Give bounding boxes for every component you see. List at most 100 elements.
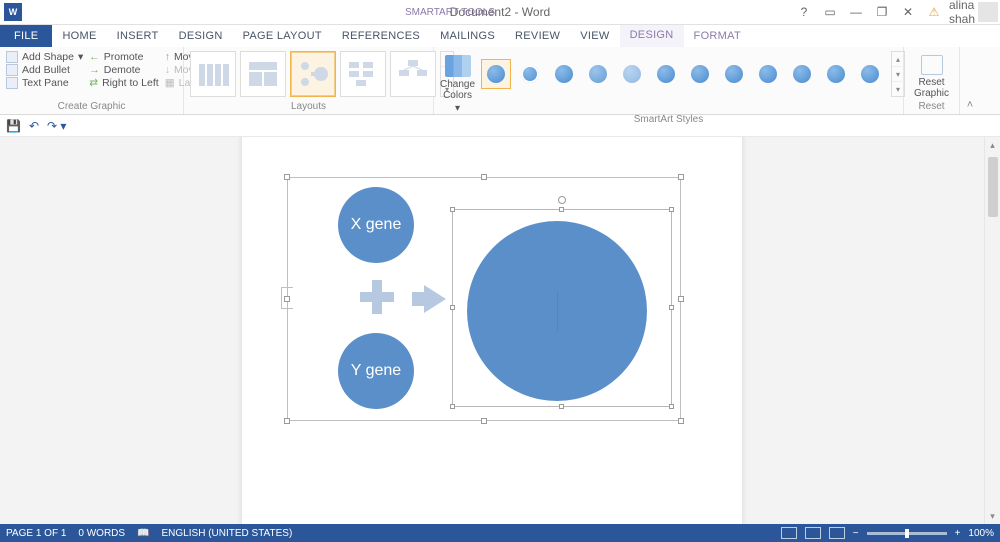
scroll-thumb[interactable] <box>988 157 998 217</box>
add-bullet-icon <box>6 64 18 76</box>
tab-file[interactable]: FILE <box>0 25 52 47</box>
style-item[interactable] <box>753 59 783 89</box>
zoom-level[interactable]: 100% <box>968 528 994 539</box>
status-language[interactable]: ENGLISH (UNITED STATES) <box>162 528 293 539</box>
style-item[interactable] <box>685 59 715 89</box>
change-colors-icon <box>445 55 471 77</box>
tab-insert[interactable]: INSERT <box>107 25 169 47</box>
resize-handle[interactable] <box>450 207 455 212</box>
add-shape-button[interactable]: Add Shape ▾ <box>6 51 83 63</box>
resize-handle[interactable] <box>678 174 684 180</box>
tab-home[interactable]: HOME <box>52 25 106 47</box>
reset-icon <box>921 55 943 75</box>
styles-scroll[interactable]: ▴▾▾ <box>891 51 905 97</box>
layouts-group-label: Layouts <box>190 101 427 114</box>
minimize-icon[interactable]: ― <box>844 1 868 23</box>
layouts-gallery[interactable]: ▴▾▾ <box>190 51 454 97</box>
arrow-right-icon <box>424 285 446 313</box>
reset-group-label: Reset <box>910 101 953 114</box>
tab-page-layout[interactable]: PAGE LAYOUT <box>233 25 332 47</box>
create-graphic-group-label: Create Graphic <box>6 101 177 114</box>
move-up-icon: ↑ <box>165 51 170 63</box>
resize-handle[interactable] <box>669 404 674 409</box>
word-app-icon[interactable]: W <box>4 3 22 21</box>
resize-handle[interactable] <box>284 418 290 424</box>
resize-handle[interactable] <box>559 207 564 212</box>
tab-view[interactable]: VIEW <box>570 25 619 47</box>
qat-redo-icon[interactable]: ↷ ▾ <box>47 119 66 133</box>
style-item[interactable] <box>719 59 749 89</box>
resize-handle[interactable] <box>678 296 684 302</box>
qat-save-icon[interactable]: 💾 <box>6 119 21 133</box>
style-item[interactable] <box>549 59 579 89</box>
resize-handle[interactable] <box>284 174 290 180</box>
status-proofing-icon[interactable]: 📖 <box>137 528 149 539</box>
qat-undo-icon[interactable]: ↶ <box>29 119 39 133</box>
promote-icon: ← <box>89 51 100 63</box>
smartart-shape-y[interactable]: Y gene <box>338 333 414 409</box>
ribbon-display-icon[interactable]: ▭ <box>818 1 842 23</box>
zoom-in-icon[interactable]: + <box>955 528 961 539</box>
style-item[interactable] <box>855 59 885 89</box>
resize-handle[interactable] <box>481 174 487 180</box>
resize-handle[interactable] <box>450 305 455 310</box>
demote-button[interactable]: →Demote <box>89 64 158 76</box>
change-colors-button[interactable]: Change Colors▾ <box>440 51 475 114</box>
tab-design[interactable]: DESIGN <box>169 25 233 47</box>
tab-references[interactable]: REFERENCES <box>332 25 430 47</box>
tab-smartart-design[interactable]: DESIGN <box>620 25 684 47</box>
tab-mailings[interactable]: MAILINGS <box>430 25 505 47</box>
zoom-slider[interactable] <box>867 532 947 535</box>
tab-review[interactable]: REVIEW <box>505 25 570 47</box>
move-down-icon: ↓ <box>165 64 170 76</box>
resize-handle[interactable] <box>450 404 455 409</box>
style-item[interactable] <box>821 59 851 89</box>
status-words[interactable]: 0 WORDS <box>78 528 125 539</box>
zoom-out-icon[interactable]: − <box>853 528 859 539</box>
help-icon[interactable]: ? <box>792 1 816 23</box>
status-page[interactable]: PAGE 1 OF 1 <box>6 528 66 539</box>
document-area[interactable]: ◂ X gene Y gene <box>0 137 984 524</box>
resize-handle[interactable] <box>678 418 684 424</box>
resize-handle[interactable] <box>669 305 674 310</box>
view-web-layout-icon[interactable] <box>829 527 845 539</box>
smartart-shape-x[interactable]: X gene <box>338 187 414 263</box>
style-item[interactable] <box>617 59 647 89</box>
shape-selection-frame[interactable] <box>452 209 672 407</box>
style-item-selected[interactable] <box>481 59 511 89</box>
style-item[interactable] <box>651 59 681 89</box>
restore-icon[interactable]: ❐ <box>870 1 894 23</box>
resize-handle[interactable] <box>669 207 674 212</box>
scroll-up-icon[interactable]: ▴ <box>985 137 1000 153</box>
layout-item[interactable] <box>190 51 236 97</box>
rtl-icon: ⇄ <box>89 77 98 89</box>
tab-smartart-format[interactable]: FORMAT <box>684 25 751 47</box>
layout-icon: ▦ <box>165 77 175 89</box>
vertical-scrollbar[interactable]: ▴ ▾ <box>984 137 1000 524</box>
right-to-left-button[interactable]: ⇄Right to Left <box>89 77 158 89</box>
page[interactable]: ◂ X gene Y gene <box>242 137 742 524</box>
collapse-ribbon-icon[interactable]: ˄ <box>960 47 980 114</box>
style-item[interactable] <box>787 59 817 89</box>
layout-item-selected[interactable] <box>290 51 336 97</box>
resize-handle[interactable] <box>559 404 564 409</box>
text-pane-button[interactable]: Text Pane <box>6 77 83 89</box>
view-read-mode-icon[interactable] <box>781 527 797 539</box>
add-bullet-button[interactable]: Add Bullet <box>6 64 83 76</box>
resize-handle[interactable] <box>481 418 487 424</box>
reset-graphic-button[interactable]: Reset Graphic <box>914 51 950 99</box>
scroll-down-icon[interactable]: ▾ <box>985 508 1000 524</box>
layout-item[interactable] <box>240 51 286 97</box>
smartart-styles-gallery[interactable]: ▴▾▾ <box>481 51 905 97</box>
rotate-handle[interactable] <box>558 196 566 204</box>
user-account[interactable]: ⚠ alina shah <box>922 1 998 23</box>
add-shape-icon <box>6 51 18 63</box>
style-item[interactable] <box>583 59 613 89</box>
close-icon[interactable]: ✕ <box>896 1 920 23</box>
layout-item[interactable] <box>390 51 436 97</box>
promote-button[interactable]: ←Promote <box>89 51 158 63</box>
style-item[interactable] <box>515 59 545 89</box>
resize-handle[interactable] <box>284 296 290 302</box>
view-print-layout-icon[interactable] <box>805 527 821 539</box>
layout-item[interactable] <box>340 51 386 97</box>
